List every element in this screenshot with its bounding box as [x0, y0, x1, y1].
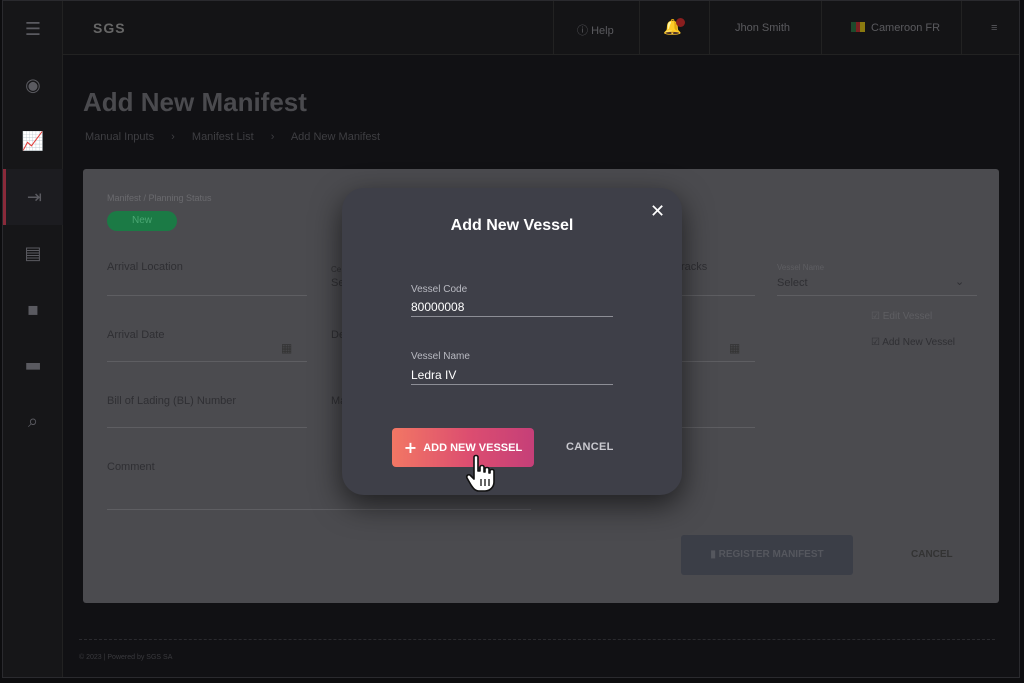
top-bar: SGS ⓘ Help 🔔 Jhon Smith Cameroon FR ≡: [63, 1, 1019, 55]
manual-inputs-icon[interactable]: ⇥: [3, 169, 63, 225]
comment-label: Comment: [107, 461, 155, 473]
user-name[interactable]: Jhon Smith: [735, 22, 790, 34]
modal-cancel-button[interactable]: CANCEL: [566, 441, 614, 453]
close-icon[interactable]: ✕: [650, 201, 665, 222]
logo: SGS: [93, 20, 126, 36]
edit-vessel-label: Edit Vessel: [882, 311, 933, 322]
arrival-location-field[interactable]: [107, 295, 307, 296]
country-selector[interactable]: Cameroon FR: [871, 22, 940, 34]
chart-icon[interactable]: 📈: [3, 113, 63, 169]
add-vessel-modal: Add New Vessel ✕ Vessel Code Vessel Name…: [342, 188, 682, 495]
bl-number-field[interactable]: [107, 427, 307, 428]
breadcrumb-item[interactable]: Manifest List: [192, 131, 254, 143]
add-new-vessel-button[interactable]: + ADD NEW VESSEL: [392, 428, 534, 467]
breadcrumb-separator-icon: ›: [171, 131, 175, 143]
calendar-icon[interactable]: ▦: [729, 341, 740, 355]
footer-divider: [79, 639, 995, 640]
col2-field-label: Ce: [331, 265, 342, 274]
cancel-button[interactable]: CANCEL: [911, 549, 953, 560]
arrival-date-field[interactable]: [107, 361, 307, 362]
document-icon: ▮: [710, 549, 719, 560]
help-icon: ⓘ: [577, 25, 592, 37]
bl-number-label: Bill of Lading (BL) Number: [107, 395, 237, 407]
register-manifest-button[interactable]: ▮ REGISTER MANIFEST: [681, 535, 853, 575]
divider: [639, 1, 640, 55]
vessel-name-label: Vessel Name: [777, 263, 825, 272]
breadcrumb-item: Add New Manifest: [290, 131, 381, 143]
help-link[interactable]: ⓘ Help: [577, 22, 614, 38]
chevron-down-icon[interactable]: ⌄: [955, 275, 964, 288]
arrival-location-label: Arrival Location: [107, 261, 183, 273]
search-settings-icon[interactable]: ⌕: [3, 393, 63, 449]
register-manifest-label: REGISTER MANIFEST: [718, 549, 824, 560]
add-new-vessel-option[interactable]: ☑ Add New Vessel: [871, 337, 955, 348]
dashboard-icon[interactable]: ◉: [3, 57, 63, 113]
modal-title: Add New Vessel: [450, 217, 574, 234]
hand-pointer-cursor-icon: [465, 454, 495, 492]
inbox-icon[interactable]: ▬: [3, 337, 63, 393]
plus-icon: +: [403, 437, 418, 457]
col3-field[interactable]: [681, 427, 755, 428]
printer-icon[interactable]: ▤: [3, 225, 63, 281]
menu-icon[interactable]: ☰: [3, 1, 63, 57]
vessel-code-input[interactable]: [411, 297, 613, 317]
status-label: Manifest / Planning Status: [107, 193, 212, 203]
vessel-select[interactable]: Select: [777, 277, 808, 289]
vessel-select-underline: [777, 295, 977, 296]
add-new-vessel-button-label: ADD NEW VESSEL: [423, 441, 523, 454]
help-label: Help: [591, 25, 614, 37]
notification-badge: [676, 18, 685, 27]
checkbox-icon: ☑: [871, 311, 883, 322]
arrival-date-label: Arrival Date: [107, 329, 165, 341]
col3-label: racks: [681, 261, 708, 273]
calendar-icon[interactable]: ▦: [281, 341, 292, 355]
comment-field[interactable]: [107, 509, 531, 510]
add-new-vessel-label: Add New Vessel: [882, 337, 956, 348]
checkbox-icon: ☑: [871, 337, 883, 348]
vessel-code-label: Vessel Code: [411, 284, 468, 295]
vessel-name-label: Vessel Name: [411, 351, 470, 362]
footer-text: © 2023 | Powered by SGS SA: [79, 654, 173, 661]
divider: [821, 1, 822, 55]
breadcrumb-item[interactable]: Manual Inputs: [85, 131, 154, 143]
col3-field[interactable]: [681, 295, 755, 296]
sidebar: ☰ ◉ 📈 ⇥ ▤ ▪ ▬ ⌕: [3, 1, 63, 677]
divider: [709, 1, 710, 55]
vessel-name-input[interactable]: [411, 365, 613, 385]
more-menu-icon[interactable]: ≡: [991, 22, 997, 34]
cameroon-flag-icon: [851, 22, 866, 32]
edit-vessel-option[interactable]: ☑ Edit Vessel: [871, 311, 932, 322]
col3-date-field[interactable]: [681, 361, 755, 362]
breadcrumb-separator-icon: ›: [270, 131, 275, 143]
breadcrumb: Manual Inputs › Manifest List › Add New …: [85, 131, 394, 143]
document-icon[interactable]: ▪: [3, 281, 63, 337]
divider: [961, 1, 962, 55]
divider: [553, 1, 554, 55]
page-title: Add New Manifest: [83, 87, 307, 117]
status-badge: New: [107, 211, 177, 231]
